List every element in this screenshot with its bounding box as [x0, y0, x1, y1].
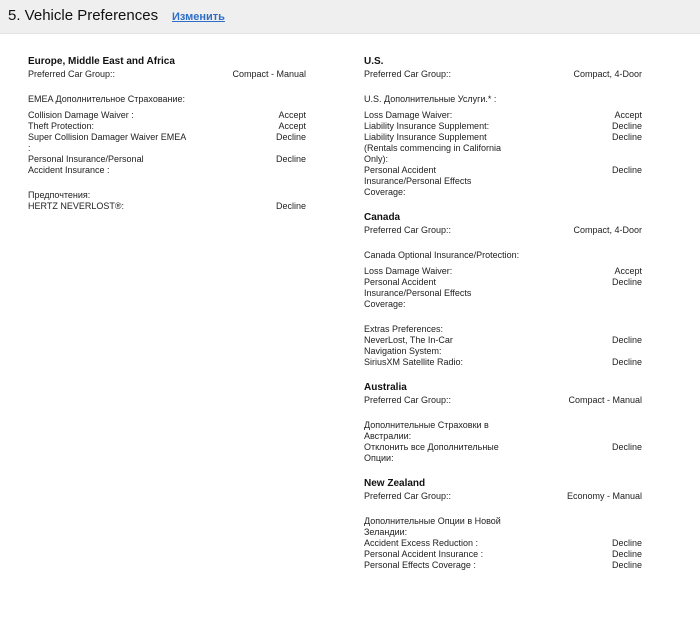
- canada-neverlost-value: Decline: [611, 335, 642, 345]
- us-pai-value: Decline: [611, 165, 642, 175]
- us-lis-ca-value: Decline: [611, 132, 642, 142]
- australia-decline-all-value: Decline: [611, 442, 642, 452]
- emea-prefs-row: HERTZ NEVERLOST®: Decline: [28, 201, 306, 212]
- canada-pai-value: Decline: [611, 277, 642, 287]
- australia-decline-all-label: Отклонить все Дополнительные Опции:: [364, 442, 499, 463]
- emea-car-group-value: Compact - Manual: [232, 69, 306, 79]
- new-zealand-option-row: Personal Effects Coverage : Decline: [364, 560, 642, 571]
- australia-insurance-heading: Дополнительные Страховки в Австралии:: [364, 420, 489, 441]
- emea-neverlost-value: Decline: [275, 201, 306, 211]
- us-ldw-value: Accept: [614, 110, 642, 120]
- canada-car-group-label: Preferred Car Group::: [364, 225, 452, 235]
- new-zealand-pec-label: Personal Effects Coverage :: [364, 560, 476, 570]
- emea-insurance-heading: EMEA Дополнительное Страхование:: [28, 94, 186, 104]
- canada-siriusxm-label: SiriusXM Satellite Radio:: [364, 357, 464, 367]
- emea-car-group-row: Preferred Car Group:: Compact - Manual: [28, 69, 306, 80]
- us-section: U.S. Preferred Car Group:: Compact, 4-Do…: [364, 55, 642, 198]
- new-zealand-pai-label: Personal Accident Insurance :: [364, 549, 484, 559]
- emea-insurance-row: Collision Damage Waiver : Accept: [28, 110, 306, 121]
- us-service-row: Personal Accident Insurance/Personal Eff…: [364, 165, 642, 198]
- australia-car-group-row: Preferred Car Group:: Compact - Manual: [364, 395, 642, 406]
- canada-insurance-row: Personal Accident Insurance/Personal Eff…: [364, 277, 642, 310]
- emea-title: Europe, Middle East and Africa: [28, 56, 175, 67]
- us-ldw-label: Loss Damage Waiver:: [364, 110, 453, 120]
- us-service-row: Liability Insurance Supplement (Rentals …: [364, 132, 642, 165]
- right-column: U.S. Preferred Car Group:: Compact, 4-Do…: [364, 55, 642, 571]
- emea-theft-value: Accept: [278, 121, 306, 131]
- emea-scdw-label: Super Collision Damager Waiver EMEA :: [28, 132, 186, 153]
- canada-title: Canada: [364, 212, 401, 223]
- us-lis-ca-label: Liability Insurance Supplement (Rentals …: [364, 132, 502, 164]
- new-zealand-car-group-label: Preferred Car Group::: [364, 491, 452, 501]
- australia-title: Australia: [364, 382, 407, 393]
- australia-car-group-value: Compact - Manual: [568, 395, 642, 405]
- page-title: 5. Vehicle Preferences: [8, 7, 159, 24]
- canada-insurance-row: Loss Damage Waiver: Accept: [364, 266, 642, 277]
- canada-car-group-row: Preferred Car Group:: Compact, 4-Door: [364, 225, 642, 236]
- emea-section: Europe, Middle East and Africa Preferred…: [28, 55, 306, 212]
- us-lis-label: Liability Insurance Supplement:: [364, 121, 490, 131]
- us-service-row: Loss Damage Waiver: Accept: [364, 110, 642, 121]
- canada-ldw-label: Loss Damage Waiver:: [364, 266, 453, 276]
- new-zealand-section: New Zealand Preferred Car Group:: Econom…: [364, 477, 642, 571]
- emea-insurance-row: Super Collision Damager Waiver EMEA : De…: [28, 132, 306, 154]
- canada-siriusxm-value: Decline: [611, 357, 642, 367]
- canada-extras-heading: Extras Preferences:: [364, 324, 444, 334]
- emea-neverlost-label: HERTZ NEVERLOST®:: [28, 201, 124, 211]
- canada-neverlost-label: NeverLost, The In-Car Navigation System:: [364, 335, 453, 356]
- emea-prefs-heading: Предпочтения:: [28, 190, 91, 200]
- emea-insurance-row: Theft Protection: Accept: [28, 121, 306, 132]
- section-header: 5. Vehicle Preferences Изменить: [0, 0, 700, 34]
- australia-section: Australia Preferred Car Group:: Compact …: [364, 381, 642, 464]
- us-services-heading: U.S. Дополнительные Услуги.* :: [364, 94, 497, 104]
- us-service-row: Liability Insurance Supplement: Decline: [364, 121, 642, 132]
- emea-scdw-value: Decline: [275, 132, 306, 142]
- us-lis-value: Decline: [611, 121, 642, 131]
- canada-ldw-value: Accept: [614, 266, 642, 276]
- emea-pai-value: Decline: [275, 154, 306, 164]
- australia-insurance-row: Отклонить все Дополнительные Опции: Decl…: [364, 442, 642, 464]
- new-zealand-option-row: Personal Accident Insurance : Decline: [364, 549, 642, 560]
- emea-pai-label: Personal Insurance/Personal Accident Ins…: [28, 154, 144, 175]
- emea-car-group-label: Preferred Car Group::: [28, 69, 116, 79]
- canada-pai-label: Personal Accident Insurance/Personal Eff…: [364, 277, 472, 309]
- australia-car-group-label: Preferred Car Group::: [364, 395, 452, 405]
- canada-car-group-value: Compact, 4-Door: [573, 225, 642, 235]
- us-title: U.S.: [364, 56, 384, 67]
- new-zealand-car-group-row: Preferred Car Group:: Economy - Manual: [364, 491, 642, 502]
- canada-insurance-heading: Canada Optional Insurance/Protection:: [364, 250, 520, 260]
- emea-insurance-row: Personal Insurance/Personal Accident Ins…: [28, 154, 306, 176]
- new-zealand-pai-value: Decline: [611, 549, 642, 559]
- canada-section: Canada Preferred Car Group:: Compact, 4-…: [364, 211, 642, 368]
- new-zealand-options-heading: Дополнительные Опции в Новой Зеландии:: [364, 516, 501, 537]
- us-car-group-row: Preferred Car Group:: Compact, 4-Door: [364, 69, 642, 80]
- new-zealand-aer-label: Accident Excess Reduction :: [364, 538, 479, 548]
- new-zealand-car-group-value: Economy - Manual: [566, 491, 642, 501]
- edit-link[interactable]: Изменить: [172, 11, 225, 23]
- new-zealand-aer-value: Decline: [611, 538, 642, 548]
- new-zealand-pec-value: Decline: [611, 560, 642, 570]
- new-zealand-option-row: Accident Excess Reduction : Decline: [364, 538, 642, 549]
- emea-theft-label: Theft Protection:: [28, 121, 95, 131]
- us-car-group-label: Preferred Car Group::: [364, 69, 452, 79]
- canada-extras-row: SiriusXM Satellite Radio: Decline: [364, 357, 642, 368]
- emea-cdw-label: Collision Damage Waiver :: [28, 110, 134, 120]
- new-zealand-title: New Zealand: [364, 478, 426, 489]
- emea-cdw-value: Accept: [278, 110, 306, 120]
- canada-extras-row: NeverLost, The In-Car Navigation System:…: [364, 335, 642, 357]
- us-pai-label: Personal Accident Insurance/Personal Eff…: [364, 165, 472, 197]
- us-car-group-value: Compact, 4-Door: [573, 69, 642, 79]
